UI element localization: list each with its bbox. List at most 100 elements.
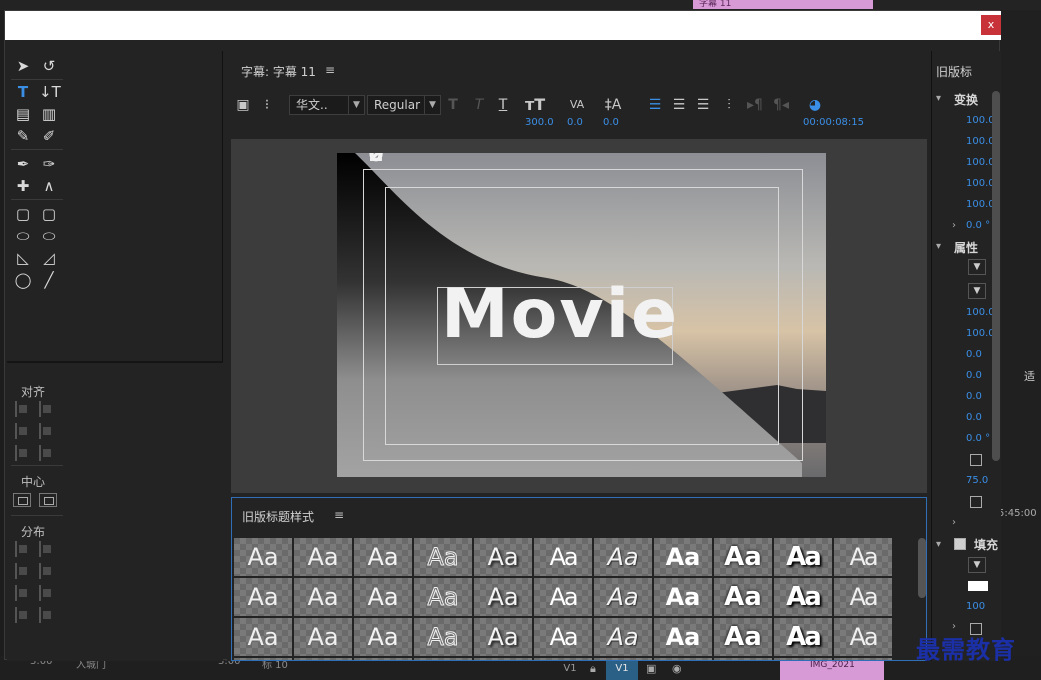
style-swatch[interactable]: Aa: [834, 538, 892, 576]
italic-icon[interactable]: T: [469, 95, 489, 115]
transform-value[interactable]: 100.0: [966, 199, 995, 210]
bold-icon[interactable]: T: [443, 95, 463, 115]
property-value[interactable]: 75.0: [966, 475, 988, 486]
style-swatch[interactable]: Aa: [654, 618, 712, 656]
selection-tool-icon[interactable]: ➤: [13, 57, 33, 75]
fill-section[interactable]: 填充: [974, 536, 998, 553]
style-swatch[interactable]: Aa: [534, 658, 592, 660]
style-swatch[interactable]: Aa: [774, 618, 832, 656]
style-swatch[interactable]: Aa: [474, 618, 532, 656]
style-swatch[interactable]: Aa: [234, 578, 292, 616]
clipped-rectangle-tool-icon[interactable]: ⬭: [13, 227, 33, 245]
align-top-icon[interactable]: [39, 401, 55, 417]
font-size-value[interactable]: 300.0: [525, 117, 554, 128]
distribute-even-v-icon[interactable]: [39, 607, 55, 623]
convert-anchor-tool-icon[interactable]: ∧: [39, 177, 59, 195]
rounded-corner-tool-icon[interactable]: ⬭: [39, 227, 59, 245]
leading-icon[interactable]: ‡A: [603, 95, 623, 115]
rectangle-tool-icon[interactable]: ▢: [13, 205, 33, 223]
rounded-rectangle-tool-icon[interactable]: ▢: [39, 205, 59, 223]
style-swatch[interactable]: Aa: [474, 578, 532, 616]
kerning-icon[interactable]: VA: [567, 95, 587, 115]
font-style-select[interactable]: Regular ▼: [367, 95, 441, 115]
style-swatch[interactable]: Aa: [354, 578, 412, 616]
transform-value[interactable]: 100.0: [966, 178, 995, 189]
rotation-tool-icon[interactable]: ↺: [39, 57, 59, 75]
transform-value[interactable]: 100.0: [966, 136, 995, 147]
fill-color-swatch[interactable]: [968, 581, 988, 591]
distribute-center-v-icon[interactable]: [39, 563, 55, 579]
background-video-icon[interactable]: ▣: [233, 95, 253, 115]
video-frame[interactable]: Movie 2 0 2 0: [337, 153, 826, 477]
ellipse-tool-icon[interactable]: ◯: [13, 271, 33, 289]
distribute-bottom-icon[interactable]: [39, 585, 55, 601]
style-swatch[interactable]: Aa: [234, 618, 292, 656]
track-v1-target[interactable]: V1: [606, 658, 638, 680]
style-swatch[interactable]: Aa: [534, 618, 592, 656]
properties-scrollbar[interactable]: [992, 91, 1000, 461]
camera-icon[interactable]: ▣: [646, 662, 656, 675]
style-swatch[interactable]: Aa: [474, 538, 532, 576]
path-type-tool-icon[interactable]: ✎: [13, 127, 33, 145]
distribute-left-icon[interactable]: [15, 541, 31, 557]
style-swatch[interactable]: Aa: [594, 578, 652, 616]
panel-menu-icon[interactable]: ≡: [325, 63, 335, 77]
property-value[interactable]: 0.0: [966, 349, 982, 360]
chevron-down-icon[interactable]: ▾: [936, 539, 941, 550]
style-swatch[interactable]: Aa: [534, 538, 592, 576]
vertical-area-type-tool-icon[interactable]: ▥: [39, 105, 59, 123]
line-tool-icon[interactable]: ╱: [39, 271, 59, 289]
align-center-text-icon[interactable]: ☰: [669, 95, 689, 115]
style-swatch[interactable]: Aa: [294, 618, 352, 656]
ltr-direction-icon[interactable]: ▸¶: [745, 95, 765, 115]
timeline-clip[interactable]: IMG_2021: [780, 658, 884, 680]
properties-section[interactable]: 属性: [954, 239, 978, 256]
property-dropdown[interactable]: ▼: [968, 259, 986, 275]
show-background-icon[interactable]: ◕: [805, 95, 825, 115]
style-swatch[interactable]: Aa: [834, 578, 892, 616]
transform-value[interactable]: 100.0: [966, 157, 995, 168]
style-swatch[interactable]: Aa: [714, 658, 772, 660]
underline-icon[interactable]: T: [493, 95, 513, 115]
tab-align-icon[interactable]: ⫶: [719, 95, 739, 115]
chevron-down-icon[interactable]: ▾: [936, 241, 941, 252]
background-clip-top[interactable]: 字幕 11: [693, 0, 873, 9]
style-swatch[interactable]: Aa: [774, 578, 832, 616]
style-swatch[interactable]: Aa: [834, 658, 892, 660]
align-left-icon[interactable]: [15, 401, 31, 417]
style-swatch[interactable]: Aa: [714, 618, 772, 656]
timecode-value[interactable]: 00:00:08:15: [803, 117, 864, 128]
fill-opacity-value[interactable]: 100: [966, 601, 985, 612]
align-left-text-icon[interactable]: ☰: [645, 95, 665, 115]
chevron-right-icon[interactable]: ›: [952, 220, 956, 231]
style-swatch[interactable]: Aa: [594, 538, 652, 576]
movie-title-text[interactable]: Movie: [441, 275, 679, 354]
lock-icon[interactable]: 🔒︎: [590, 662, 596, 676]
style-swatch[interactable]: Aa: [774, 658, 832, 660]
wedge-tool-icon[interactable]: ◺: [13, 249, 33, 267]
fill-checkbox[interactable]: [954, 538, 966, 550]
distribute-top-icon[interactable]: [39, 541, 55, 557]
style-swatch[interactable]: Aa: [414, 618, 472, 656]
align-right-icon[interactable]: [15, 445, 31, 461]
property-checkbox[interactable]: [970, 454, 982, 466]
pen-tool-icon[interactable]: ✒: [13, 155, 33, 173]
area-type-tool-icon[interactable]: ▤: [13, 105, 33, 123]
delete-anchor-tool-icon[interactable]: ✑: [39, 155, 59, 173]
font-size-icon[interactable]: тT: [525, 95, 545, 115]
vertical-path-type-tool-icon[interactable]: ✐: [39, 127, 59, 145]
style-swatch[interactable]: Aa: [414, 538, 472, 576]
style-swatch[interactable]: Aa: [474, 658, 532, 660]
center-horizontal-button[interactable]: [13, 493, 31, 507]
style-swatch[interactable]: Aa: [234, 538, 292, 576]
style-swatch[interactable]: Aa: [294, 578, 352, 616]
styles-menu-icon[interactable]: ≡: [334, 508, 344, 522]
style-swatch[interactable]: Aa: [414, 658, 472, 660]
fill-type-dropdown[interactable]: ▼: [968, 557, 986, 573]
style-swatch[interactable]: Aa: [294, 538, 352, 576]
chevron-down-icon[interactable]: ▾: [936, 93, 941, 104]
style-swatch[interactable]: Aa: [714, 578, 772, 616]
kerning-value[interactable]: 0.0: [567, 117, 583, 128]
style-swatch[interactable]: Aa: [594, 618, 652, 656]
style-swatch[interactable]: Aa: [714, 538, 772, 576]
